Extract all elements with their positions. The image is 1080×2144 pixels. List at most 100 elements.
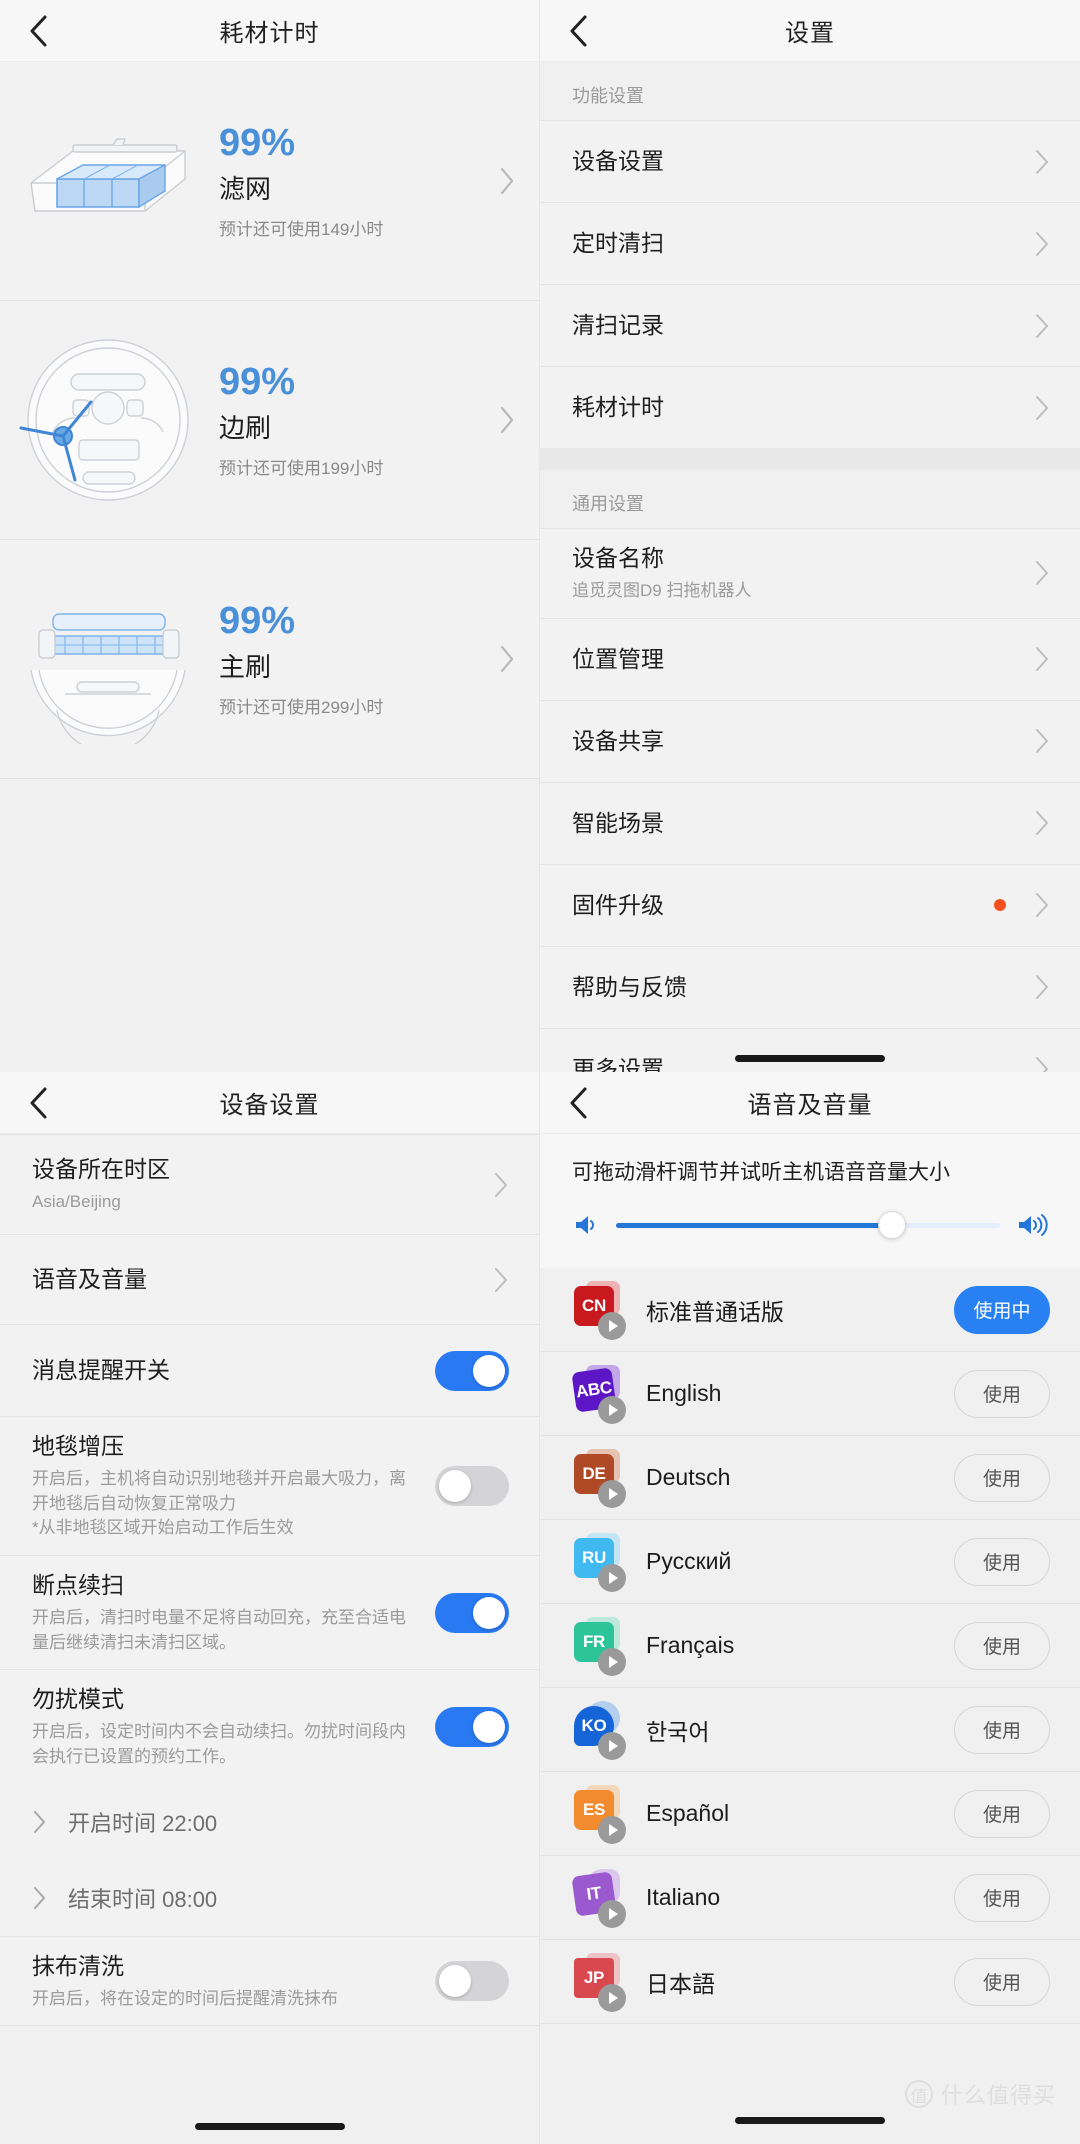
language-row-fr[interactable]: FR Français 使用 <box>540 1604 1080 1688</box>
row-label: 抹布清洗 <box>32 1952 124 1979</box>
language-name: English <box>646 1380 722 1406</box>
language-row-de[interactable]: DE Deutsch 使用 <box>540 1436 1080 1520</box>
toggle-knob <box>473 1596 505 1629</box>
language-use-button[interactable]: 使用 <box>954 1453 1050 1502</box>
dnd-end-time-row[interactable]: 结束时间 08:00 <box>0 1859 539 1936</box>
device-row-carpet-boost[interactable]: 地毯增压 开启后，主机将自动识别地毯并开启最大吸力，离开地毯后自动恢复正常吸力 … <box>0 1416 539 1555</box>
language-use-button[interactable]: 使用 <box>954 1789 1050 1838</box>
play-preview-icon[interactable] <box>598 1563 626 1592</box>
row-sublabel: 开启后，主机将自动识别地毯并开启最大吸力，离开地毯后自动恢复正常吸力 *从非地毯… <box>32 1469 406 1538</box>
consumable-row[interactable]: 99% 滤网 预计还可使用149小时 <box>0 62 539 301</box>
device-row-dnd-mode[interactable]: 勿扰模式 开启后，设定时间内不会自动续扫。勿扰时间段内会执行已设置的预约工作。 <box>0 1669 539 1784</box>
volume-track[interactable] <box>616 1211 1000 1239</box>
dnd-start-time-label: 开启时间 22:00 <box>68 1810 218 1836</box>
mop-wash-toggle[interactable] <box>435 1960 509 2001</box>
play-preview-icon[interactable] <box>598 1479 626 1508</box>
chevron-right-icon <box>1034 645 1050 673</box>
consumable-row[interactable]: 99% 主刷 预计还可使用299小时 <box>0 540 539 779</box>
volume-thumb[interactable] <box>878 1211 907 1239</box>
chevron-right-icon <box>32 1885 48 1911</box>
page-title: 语音及音量 <box>747 1092 873 1119</box>
language-use-button[interactable]: 使用 <box>954 1705 1050 1754</box>
language-use-button[interactable]: 使用 <box>954 1621 1050 1670</box>
settings-row-help-feedback[interactable]: 帮助与反馈 <box>540 945 1080 1028</box>
play-preview-icon[interactable] <box>598 1899 626 1928</box>
language-row-it[interactable]: IT Italiano 使用 <box>540 1856 1080 1940</box>
language-use-button[interactable]: 使用 <box>954 1537 1050 1586</box>
gesture-handle-bar <box>735 1055 885 1062</box>
language-use-button[interactable]: 使用 <box>954 1873 1050 1922</box>
chevron-right-icon[interactable] <box>475 405 539 435</box>
device-row-mop-wash[interactable]: 抹布清洗 开启后，将在设定的时间后提醒清洗抹布 <box>0 1935 539 2027</box>
language-use-button[interactable]: 使用 <box>954 1957 1050 2006</box>
group-label: 通用设置 <box>572 494 644 514</box>
back-chevron-icon[interactable] <box>566 1087 592 1118</box>
volume-slider[interactable] <box>572 1211 1048 1239</box>
chevron-right-icon <box>1034 891 1050 919</box>
row-label: 设备设置 <box>572 147 664 174</box>
settings-row-scheduled-clean[interactable]: 定时清扫 <box>540 202 1080 284</box>
consumable-info: 99% 主刷 预计还可使用299小时 <box>215 600 475 718</box>
chevron-right-icon <box>1034 727 1050 755</box>
play-preview-icon[interactable] <box>598 1395 626 1424</box>
settings-row-smart-scene[interactable]: 智能场景 <box>540 781 1080 864</box>
watermark-logo: 值 <box>904 2080 933 2108</box>
settings-row-device-name[interactable]: 设备名称 追觅灵图D9 扫拖机器人 <box>540 528 1080 618</box>
back-chevron-icon[interactable] <box>566 15 592 46</box>
language-flag-de-icon: DE <box>572 1448 626 1508</box>
panel-device-settings: 设备设置 设备所在时区 Asia/Beijing 语音及音量 消息提醒开关 地毯… <box>0 1072 540 2144</box>
dnd-mode-toggle[interactable] <box>435 1706 509 1747</box>
device-settings-list: 设备所在时区 Asia/Beijing 语音及音量 消息提醒开关 地毯增压 开启… <box>0 1134 539 2027</box>
row-label: 帮助与反馈 <box>572 973 687 1000</box>
play-preview-icon[interactable] <box>598 1311 626 1340</box>
settings-row-firmware-upgrade[interactable]: 固件升级 <box>540 863 1080 946</box>
settings-row-more-settings[interactable]: 更多设置 <box>540 1027 1080 1072</box>
row-label: 固件升级 <box>572 891 664 918</box>
device-row-message-alert[interactable]: 消息提醒开关 <box>0 1324 539 1416</box>
play-preview-icon[interactable] <box>598 1731 626 1760</box>
chevron-right-icon[interactable] <box>475 644 539 674</box>
language-flag-jp-icon: JP <box>572 1952 626 2012</box>
dnd-start-time-row[interactable]: 开启时间 22:00 <box>0 1783 539 1860</box>
chevron-right-icon <box>493 1171 509 1199</box>
device-row-resume-clean[interactable]: 断点续扫 开启后，清扫时电量不足将自动回充，充至合适电量后继续清扫未清扫区域。 <box>0 1554 539 1670</box>
consumable-percent: 99% <box>219 361 296 404</box>
update-badge-dot-icon <box>994 899 1006 912</box>
row-label: 设备名称 <box>572 545 664 571</box>
language-row-ru[interactable]: RU Русский 使用 <box>540 1520 1080 1604</box>
page-title: 耗材计时 <box>219 20 320 47</box>
settings-row-clean-history[interactable]: 清扫记录 <box>540 284 1080 366</box>
play-preview-icon[interactable] <box>598 1815 626 1844</box>
back-chevron-icon[interactable] <box>26 15 52 46</box>
settings-row-consumables[interactable]: 耗材计时 <box>540 366 1080 448</box>
main-brush-bottom-icon <box>0 574 215 744</box>
chevron-right-icon <box>1034 559 1050 587</box>
language-row-en[interactable]: ABC English 使用 <box>540 1352 1080 1436</box>
consumable-row[interactable]: 99% 边刷 预计还可使用199小时 <box>0 301 539 540</box>
settings-row-device-settings[interactable]: 设备设置 <box>540 120 1080 202</box>
language-list: CN 标准普通话版 使用中 ABC English 使用 DE Deutsch … <box>540 1268 1080 2024</box>
language-row-cn[interactable]: CN 标准普通话版 使用中 <box>540 1268 1080 1352</box>
language-use-button[interactable]: 使用 <box>954 1369 1050 1418</box>
language-use-button[interactable]: 使用中 <box>954 1285 1050 1334</box>
device-row-timezone[interactable]: 设备所在时区 Asia/Beijing <box>0 1134 539 1234</box>
play-preview-icon[interactable] <box>598 1647 626 1676</box>
play-preview-icon[interactable] <box>598 1983 626 2012</box>
back-chevron-icon[interactable] <box>26 1087 52 1118</box>
screenshot-collage: 耗材计时 99% 滤网 预计还可使用149小时 99% 边刷 预计还可使用199… <box>0 0 1080 2144</box>
chevron-right-icon[interactable] <box>475 166 539 196</box>
settings-row-device-share[interactable]: 设备共享 <box>540 699 1080 782</box>
settings-row-location-management[interactable]: 位置管理 <box>540 617 1080 700</box>
gesture-handle-bar <box>194 2123 345 2130</box>
language-row-ko[interactable]: KO 한국어 使用 <box>540 1688 1080 1772</box>
row-label: 耗材计时 <box>572 393 664 420</box>
consumable-remaining: 预计还可使用149小时 <box>219 219 384 239</box>
message-alert-toggle[interactable] <box>435 1350 509 1391</box>
toggle-knob <box>473 1710 505 1743</box>
carpet-boost-toggle[interactable] <box>435 1465 509 1506</box>
device-row-voice-volume[interactable]: 语音及音量 <box>0 1234 539 1324</box>
resume-clean-toggle[interactable] <box>435 1592 509 1633</box>
language-row-jp[interactable]: JP 日本語 使用 <box>540 1940 1080 2024</box>
settings-group-function: 功能设置 设备设置 定时清扫 清扫记录 耗材计时 <box>540 62 1080 448</box>
language-row-es[interactable]: ES Español 使用 <box>540 1772 1080 1856</box>
